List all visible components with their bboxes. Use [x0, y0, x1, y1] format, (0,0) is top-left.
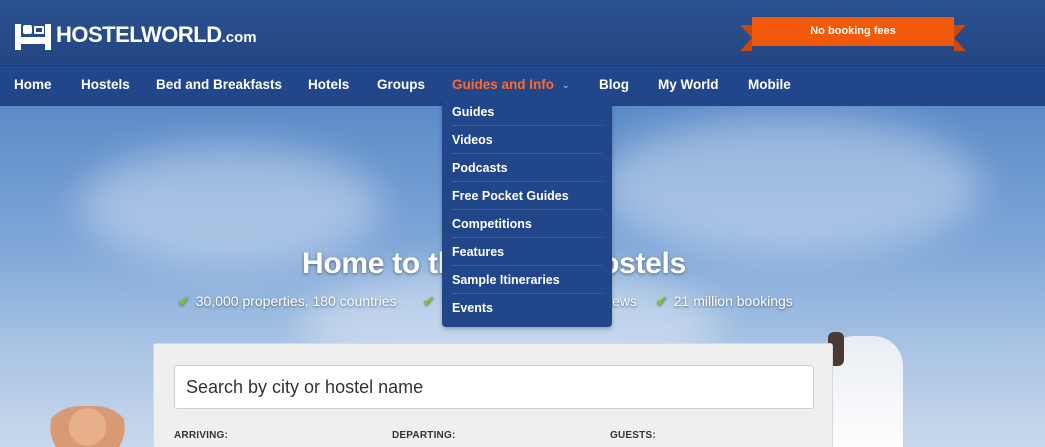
departing-label: DEPARTING:	[392, 430, 456, 441]
dropdown-item-features[interactable]: Features	[452, 238, 602, 266]
nav-item-hostels[interactable]: Hostels	[81, 66, 130, 106]
banner-text: No booking fees	[752, 17, 954, 46]
arriving-label: ARRIVING:	[174, 430, 229, 441]
guests-label: GUESTS:	[610, 430, 656, 441]
nav-item-mobile[interactable]: Mobile	[748, 66, 791, 106]
checkmark-icon: ✔	[656, 293, 668, 309]
stat-reviews: iews	[609, 293, 638, 309]
guides-dropdown-menu: Guides Videos Podcasts Free Pocket Guide…	[442, 98, 612, 327]
nav-item-bed-and-breakfasts[interactable]: Bed and Breakfasts	[156, 66, 282, 106]
stat-bookings: ✔ 21 million bookings	[656, 293, 793, 309]
search-panel: ARRIVING: DEPARTING: GUESTS:	[153, 343, 833, 447]
dropdown-item-sample-itineraries[interactable]: Sample Itineraries	[452, 266, 602, 294]
dropdown-item-events[interactable]: Events	[452, 294, 602, 322]
nav-item-groups[interactable]: Groups	[377, 66, 425, 106]
dropdown-item-guides[interactable]: Guides	[452, 98, 602, 126]
no-booking-fees-banner: No booking fees	[740, 17, 966, 51]
dropdown-item-free-pocket-guides[interactable]: Free Pocket Guides	[452, 182, 602, 210]
nav-item-hotels[interactable]: Hotels	[308, 66, 349, 106]
banner-ribbon-left	[740, 25, 752, 51]
checkmark-icon: ✔	[423, 293, 435, 309]
cloud-decoration	[600, 116, 980, 256]
stat-hidden: ✔	[423, 293, 441, 310]
search-input[interactable]	[174, 365, 814, 409]
nav-item-my-world[interactable]: My World	[658, 66, 719, 106]
dropdown-item-competitions[interactable]: Competitions	[452, 210, 602, 238]
nav-item-label: Guides and Info	[452, 77, 555, 92]
dropdown-item-videos[interactable]: Videos	[452, 126, 602, 154]
nav-item-home[interactable]: Home	[14, 66, 52, 106]
bed-logo-icon	[14, 21, 52, 53]
site-header: HOSTELWORLD.com No booking fees	[0, 0, 1045, 66]
stat-properties: ✔ 30,000 properties, 180 countries	[178, 293, 397, 309]
hostelworld-logo[interactable]: HOSTELWORLD.com	[14, 19, 257, 54]
dropdown-item-podcasts[interactable]: Podcasts	[452, 154, 602, 182]
person-left-image	[40, 406, 135, 447]
checkmark-icon: ✔	[178, 293, 190, 309]
banner-ribbon-right	[954, 25, 966, 51]
logo-suffix: .com	[221, 29, 257, 46]
logo-wordmark: HOSTELWORLD	[56, 22, 222, 47]
